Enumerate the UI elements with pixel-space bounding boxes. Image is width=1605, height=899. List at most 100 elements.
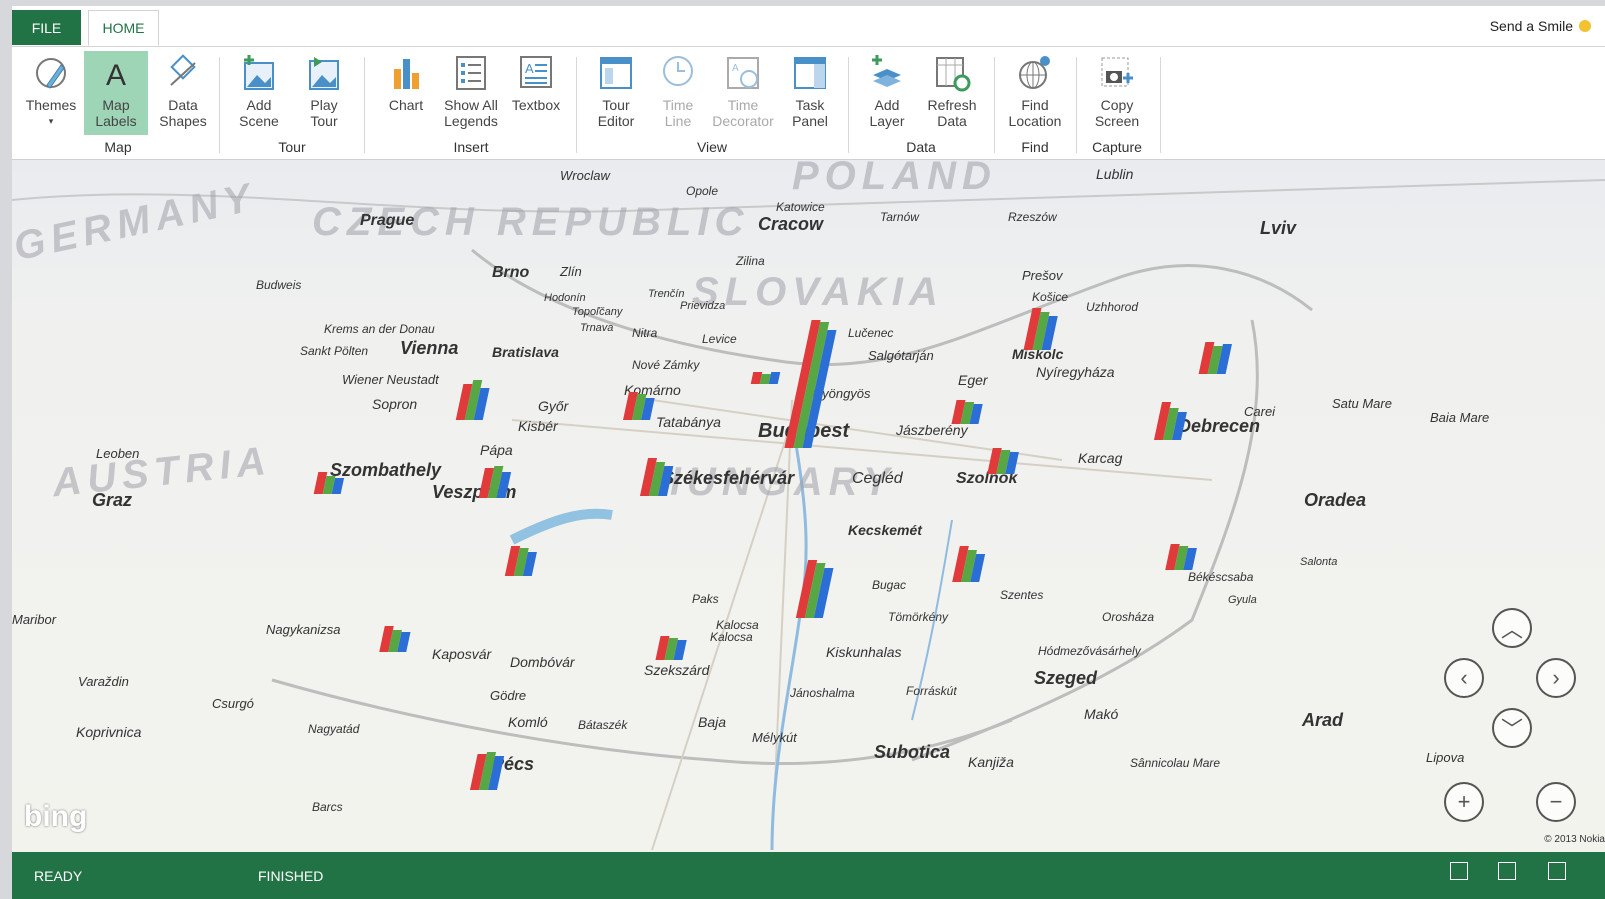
status-bar: READY FINISHED (12, 852, 1605, 899)
city-label: Komló (508, 714, 548, 730)
zoom-in-button[interactable]: + (1444, 782, 1484, 822)
city-label: Győr (538, 398, 569, 414)
chart-button[interactable]: Chart (376, 51, 436, 135)
city-label: Mélykút (752, 730, 797, 745)
city-label: Makó (1084, 706, 1119, 722)
city-label: Lučenec (848, 326, 894, 340)
task-panel-label-2: Panel (792, 113, 828, 129)
task-panel-button[interactable]: Task Panel (780, 51, 840, 135)
map-labels-icon: A (106, 59, 126, 92)
globe-icon (1019, 56, 1050, 89)
city-label: Lviv (1260, 218, 1297, 238)
add-layer-label-2: Layer (869, 113, 905, 129)
themes-button[interactable]: Themes ▾ (20, 51, 82, 135)
add-scene-icon (244, 55, 274, 90)
data-shapes-button[interactable]: Data Shapes (150, 51, 216, 135)
city-label: Opole (686, 184, 719, 198)
chart-marker-szekszard[interactable] (655, 636, 687, 660)
show-all-legends-label-2: Legends (444, 113, 498, 129)
city-label: Forráskút (906, 684, 957, 698)
map-canvas[interactable]: GERMANY CZECH REPUBLIC POLAND SLOVAKIA H… (12, 160, 1605, 852)
find-location-button[interactable]: Find Location (1000, 51, 1070, 135)
map-labels-button[interactable]: A Map Labels (84, 51, 148, 135)
map-copyright: © 2013 Nokia (1544, 834, 1605, 845)
city-label: Bratislava (492, 344, 559, 360)
group-label-insert: Insert (453, 139, 489, 155)
group-label-capture: Capture (1092, 139, 1142, 155)
time-decorator-button[interactable]: A Time Decorator (708, 51, 778, 135)
city-label: Brno (492, 264, 530, 281)
pan-down-button[interactable]: ﹀ (1492, 708, 1532, 748)
ribbon-separator (848, 57, 849, 153)
city-label: Pápa (480, 442, 513, 458)
city-label: Cegléd (852, 470, 903, 487)
city-label: Tatabánya (656, 414, 721, 430)
chart-marker-vac[interactable] (750, 372, 781, 384)
tour-editor-button[interactable]: Tour Editor (584, 51, 648, 135)
chart-marker-bekescsaba[interactable] (1165, 544, 1198, 570)
send-smile-button[interactable]: Send a Smile (1490, 18, 1591, 34)
textbox-label: Textbox (511, 97, 561, 113)
city-label: Košice (1032, 290, 1069, 304)
city-label: Wroclaw (560, 168, 610, 183)
country-label: POLAND (792, 160, 997, 198)
pan-left-button[interactable]: ‹ (1444, 658, 1484, 698)
city-label: Bátaszék (578, 718, 628, 732)
city-label: Szentes (1000, 588, 1044, 602)
city-label: Kalocsa (710, 630, 753, 644)
chart-marker-nagykanizsa[interactable] (379, 626, 412, 652)
city-label: Trenčín (648, 288, 685, 300)
pan-up-button[interactable]: ︿ (1492, 608, 1532, 648)
chart-marker-szombathely[interactable] (313, 472, 346, 494)
city-label: Zlín (560, 264, 582, 279)
find-location-label-1: Find (1021, 97, 1049, 113)
chevron-right-icon: › (1552, 665, 1560, 690)
city-label: Szombathely (330, 460, 442, 480)
copy-screen-label-1: Copy (1100, 97, 1134, 113)
pan-right-button[interactable]: › (1536, 658, 1576, 698)
time-decorator-label-2: Decorator (712, 113, 774, 129)
add-layer-label-1: Add (874, 97, 900, 113)
city-label: Maribor (12, 612, 57, 627)
ribbon-tab-bar: FILE HOME Send a Smile (12, 6, 1605, 47)
city-label: Gyula (1228, 594, 1257, 606)
add-scene-button[interactable]: Add Scene (230, 51, 288, 135)
add-layer-icon (872, 55, 901, 87)
map-labels-label-2: Labels (95, 113, 137, 129)
city-label: Nagykanizsa (266, 622, 341, 637)
full-screen-icon[interactable] (1548, 862, 1566, 880)
city-label: Baia Mare (1430, 410, 1490, 425)
chart-marker-jaszbereny[interactable] (951, 400, 983, 424)
city-label: Krems an der Donau (324, 322, 435, 336)
minus-icon: − (1549, 789, 1563, 814)
zoom-out-button[interactable]: − (1536, 782, 1576, 822)
time-line-label-2: Line (664, 113, 692, 129)
city-label: Baja (698, 714, 727, 730)
ribbon-separator (364, 57, 365, 153)
fit-view-icon[interactable] (1498, 862, 1516, 880)
city-label: Kalocsa (716, 618, 759, 632)
chart-marker-szolnok[interactable] (987, 448, 1020, 474)
chart-icon (394, 59, 419, 89)
group-label-data: Data (906, 139, 936, 155)
city-label: Kanjiža (968, 754, 1014, 770)
status-ready: READY (34, 868, 83, 884)
city-label: Budweis (256, 278, 302, 292)
find-location-label-2: Location (1008, 113, 1062, 129)
data-shapes-label-1: Data (168, 97, 198, 113)
city-label: Kecskemét (848, 522, 922, 538)
play-tour-button[interactable]: Play Tour (294, 51, 354, 135)
city-label: Nitra (632, 326, 658, 340)
refresh-data-button[interactable]: Refresh Data (918, 51, 986, 135)
show-all-legends-button[interactable]: Show All Legends (438, 51, 504, 135)
normal-view-icon[interactable] (1450, 862, 1468, 880)
city-label: Leoben (96, 446, 140, 461)
tab-home[interactable]: HOME (88, 10, 159, 46)
textbox-button[interactable]: A Textbox (506, 51, 566, 135)
tab-file[interactable]: FILE (12, 10, 81, 45)
smiley-icon (1579, 20, 1591, 32)
group-label-map: Map (104, 139, 132, 155)
copy-screen-button[interactable]: Copy Screen (1082, 51, 1152, 135)
add-layer-button[interactable]: Add Layer (856, 51, 918, 135)
time-line-button[interactable]: Time Line (648, 51, 708, 135)
